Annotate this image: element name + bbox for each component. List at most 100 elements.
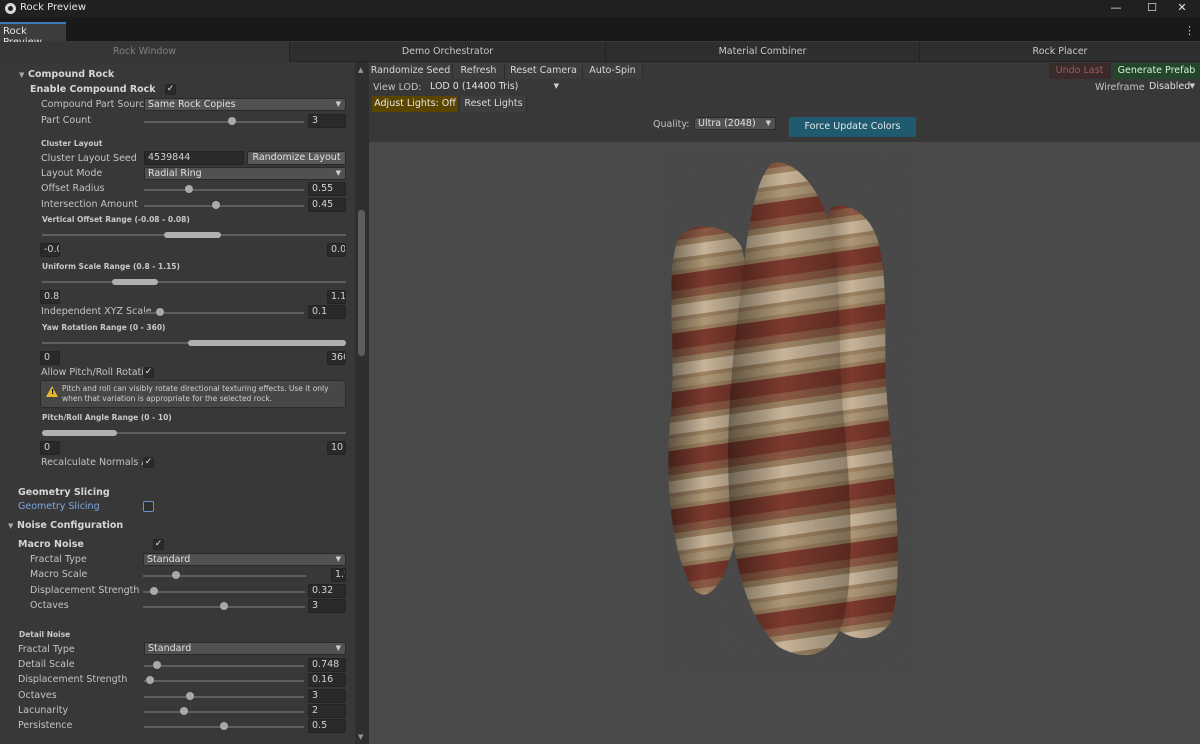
tab-rock-placer[interactable]: Rock Placer [920,42,1200,62]
yaw-max-field[interactable]: 360 [327,351,346,365]
recalc-normals-checkbox[interactable]: ✓ [143,457,154,468]
intersection-knob[interactable] [212,201,220,209]
noise-config-header[interactable]: Noise Configuration [17,520,123,531]
auto-spin-button[interactable]: Auto-Spin [583,63,643,79]
app-icon [5,3,16,14]
refresh-button[interactable]: Refresh [453,63,505,79]
force-update-colors-button[interactable]: Force Update Colors [789,117,916,137]
reset-lights-button[interactable]: Reset Lights [461,96,527,112]
xyz-scale-slider[interactable] [144,312,304,314]
xyz-scale-label: Independent XYZ Scale [41,306,152,317]
tab-demo-orchestrator[interactable]: Demo Orchestrator [290,42,606,62]
adjust-lights-button[interactable]: Adjust Lights: Off [372,96,459,112]
part-count-knob[interactable] [228,117,236,125]
quality-value: Ultra (2048) [698,118,756,129]
allow-pitch-label: Allow Pitch/Roll Rotatio [41,367,150,378]
lacunarity-field[interactable]: 2 [308,704,346,718]
preview-viewport[interactable] [369,142,1200,744]
detail-octaves-knob[interactable] [186,692,195,700]
enable-compound-label: Enable Compound Rock [30,84,156,95]
tab-rock-window[interactable]: Rock Window [0,42,290,62]
more-options-icon[interactable]: ⋮ [1184,24,1195,37]
layout-mode-dropdown[interactable]: Radial Ring ▼ [144,167,346,180]
lacunarity-slider[interactable] [144,711,304,713]
tab-material-combiner[interactable]: Material Combiner [606,42,920,62]
offset-radius-knob[interactable] [184,185,193,193]
compound-rock-header[interactable]: Compound Rock [28,69,114,80]
quality-dropdown[interactable]: Ultra (2048) ▼ [694,117,776,130]
xyz-scale-field[interactable]: 0.1 [308,305,346,319]
persistence-field[interactable]: 0.5 [308,719,346,733]
detail-disp-knob[interactable] [146,676,155,684]
macro-disp-knob[interactable] [150,587,159,595]
uniform-range-slider[interactable] [42,281,346,283]
persistence-knob[interactable] [220,722,228,730]
macro-fractal-dropdown[interactable]: Standard ▼ [143,553,346,566]
dock-tab-rock-preview[interactable]: Rock Preview [0,22,66,48]
detail-octaves-field[interactable]: 3 [308,689,346,703]
scroll-down-icon[interactable]: ▼ [358,733,363,741]
close-button[interactable]: ✕ [1164,0,1200,17]
part-source-dropdown[interactable]: Same Rock Copies ▼ [144,98,346,111]
yaw-min-field[interactable]: 0 [40,351,60,365]
uniform-max-field[interactable]: 1.15 [327,290,346,304]
vertical-min-field[interactable]: -0.0 [40,243,60,257]
detail-fractal-dropdown[interactable]: Standard ▼ [144,642,346,655]
detail-disp-slider[interactable] [144,680,304,682]
macro-noise-header: Macro Noise [18,539,84,550]
randomize-seed-button[interactable]: Randomize Seed [369,63,453,79]
view-lod-dropdown[interactable]: LOD 0 (14400 Tris) ▼ [426,80,564,93]
vertical-max-field[interactable]: 0.08 [327,243,346,257]
macro-disp-field[interactable]: 0.32 [308,584,346,598]
geometry-slicing-checkbox[interactable] [143,501,154,512]
part-count-slider[interactable] [144,121,304,123]
yaw-range-handle[interactable] [188,340,346,346]
geometry-slicing-label: Geometry Slicing [18,501,100,512]
xyz-scale-knob[interactable] [156,308,164,316]
wireframe-dropdown[interactable]: Disabled ▼ [1145,80,1200,93]
macro-scale-field[interactable]: 1.9 [331,568,346,582]
macro-octaves-field[interactable]: 3 [308,599,346,613]
quality-label: Quality: [653,119,690,130]
undo-last-button[interactable]: Undo Last [1049,63,1111,79]
inspector-scrollbar[interactable]: ▲ ▼ [355,62,369,744]
foldout-arrow-icon[interactable]: ▼ [8,522,13,530]
part-count-field[interactable]: 3 [308,114,346,128]
scroll-thumb[interactable] [358,210,365,356]
lacunarity-knob[interactable] [180,707,188,715]
detail-scale-slider[interactable] [144,665,304,667]
macro-scale-knob[interactable] [171,571,180,579]
reset-camera-button[interactable]: Reset Camera [505,63,583,79]
macro-noise-checkbox[interactable]: ✓ [153,539,164,550]
detail-scale-field[interactable]: 0.748 [308,658,346,672]
intersection-field[interactable]: 0.45 [308,198,346,212]
cluster-seed-label: Cluster Layout Seed [41,153,137,164]
scroll-up-icon[interactable]: ▲ [358,66,363,74]
macro-scale-slider[interactable] [143,575,306,577]
detail-scale-knob[interactable] [152,661,161,669]
enable-compound-checkbox[interactable]: ✓ [165,84,176,95]
detail-disp-field[interactable]: 0.16 [308,673,346,687]
chevron-down-icon: ▼ [1189,82,1195,90]
pitch-range-handle[interactable] [42,430,117,436]
uniform-range-handle[interactable] [112,279,158,285]
cluster-seed-field[interactable]: 4539844 [144,151,244,165]
minimize-button[interactable]: — [1098,0,1134,17]
vertical-range-handle[interactable] [164,232,221,238]
persistence-label: Persistence [18,720,73,731]
detail-fractal-value: Standard [148,643,192,654]
pitch-min-field[interactable]: 0 [40,441,60,455]
uniform-min-field[interactable]: 0.8 [40,290,60,304]
offset-radius-field[interactable]: 0.55 [308,182,346,196]
pitch-max-field[interactable]: 10 [327,441,346,455]
macro-disp-slider[interactable] [143,591,305,593]
detail-octaves-slider[interactable] [144,696,304,698]
generate-prefab-button[interactable]: Generate Prefab [1113,63,1200,79]
macro-octaves-knob[interactable] [220,602,228,610]
offset-radius-slider[interactable] [144,189,304,191]
randomize-layout-button[interactable]: Randomize Layout [247,151,346,165]
chevron-down-icon: ▼ [335,100,341,108]
allow-pitch-checkbox[interactable]: ✓ [143,367,154,378]
foldout-arrow-icon[interactable]: ▼ [19,71,24,79]
intersection-slider[interactable] [144,205,304,207]
